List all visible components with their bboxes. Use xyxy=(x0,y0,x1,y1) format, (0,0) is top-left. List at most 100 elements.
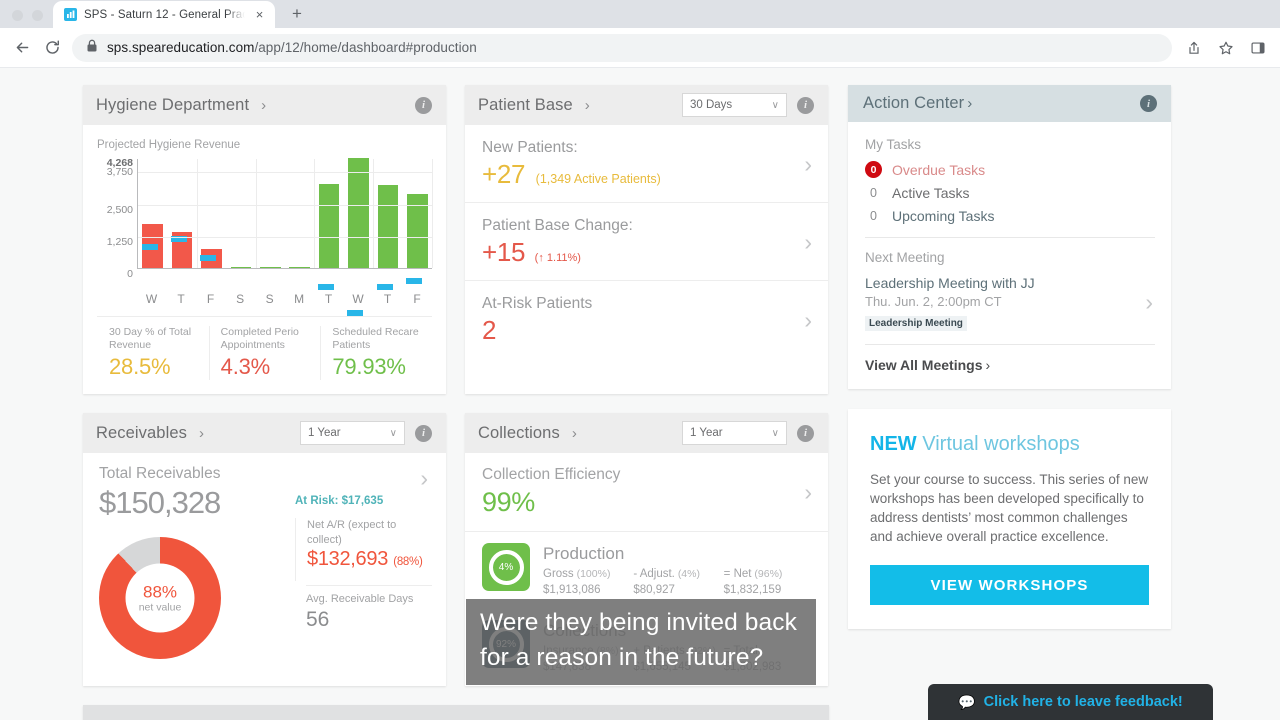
overdue-tasks-item[interactable]: 0 Overdue Tasks xyxy=(865,161,1155,178)
hygiene-stats-row: 30 Day % of Total Revenue 28.5% Complete… xyxy=(97,316,432,394)
sidebar-panel-icon[interactable] xyxy=(1244,34,1272,62)
upcoming-tasks-count: 0 xyxy=(870,209,877,223)
production-net-key: = Net xyxy=(723,568,752,580)
next-meeting-item[interactable]: Leadership Meeting with JJ Thu. Jun. 2, … xyxy=(865,274,1155,331)
chart-x-tick: T xyxy=(324,292,333,306)
patient-base-change-row[interactable]: Patient Base Change: +15 (↑ 1.11%) › xyxy=(465,203,828,281)
chart-bar xyxy=(376,184,399,290)
receivables-title-chevron-icon[interactable]: › xyxy=(199,425,204,442)
hygiene-title-chevron-icon[interactable]: › xyxy=(261,97,266,114)
star-icon[interactable] xyxy=(1212,34,1240,62)
donut-percent: 88% xyxy=(142,582,178,602)
chart-bars xyxy=(138,158,432,317)
collections-range-select[interactable]: 1 Year ∨ xyxy=(682,421,787,445)
chevron-right-icon[interactable]: › xyxy=(804,308,814,332)
chart-goal-marker xyxy=(141,244,158,251)
chart-bar-slot[interactable] xyxy=(226,159,255,268)
at-risk-patients-value: 2 xyxy=(482,315,497,345)
chevron-right-icon[interactable]: › xyxy=(804,480,814,504)
avg-days-block: Avg. Receivable Days 56 xyxy=(306,585,432,633)
patient-base-card-header: Patient Base › 30 Days ∨ i xyxy=(465,85,828,125)
chart-gridline-vertical xyxy=(255,159,257,268)
production-gross-key: Gross xyxy=(543,568,574,580)
share-icon[interactable] xyxy=(1180,34,1208,62)
info-icon[interactable]: i xyxy=(1140,95,1157,112)
avg-receivable-days-label: Avg. Receivable Days xyxy=(306,593,414,605)
new-patients-row[interactable]: New Patients: +27 (1,349 Active Patients… xyxy=(465,125,828,203)
chart-bar-slot[interactable] xyxy=(373,159,402,290)
patient-base-title-chevron-icon[interactable]: › xyxy=(585,97,590,114)
patient-base-rows: New Patients: +27 (1,349 Active Patients… xyxy=(465,125,828,358)
at-risk-patients-row[interactable]: At-Risk Patients 2 › xyxy=(465,281,828,358)
chevron-right-icon[interactable]: › xyxy=(1145,291,1155,314)
window-controls[interactable] xyxy=(8,10,53,28)
collections-title-chevron-icon[interactable]: › xyxy=(572,425,577,442)
active-tasks-item[interactable]: 0 Active Tasks xyxy=(865,185,1155,201)
next-card-partial xyxy=(83,705,829,720)
new-tab-button[interactable]: + xyxy=(284,1,310,27)
chart-x-axis: WTFSSMTWTF xyxy=(137,292,432,306)
receivables-range-value: 1 Year xyxy=(308,427,341,439)
chevron-right-icon[interactable]: › xyxy=(420,467,430,490)
info-icon[interactable]: i xyxy=(797,96,814,114)
collection-efficiency-row[interactable]: Collection Efficiency 99% › xyxy=(465,453,828,532)
meeting-time: Thu. Jun. 2, 2:00pm CT xyxy=(865,294,1002,309)
chart-bar-slot[interactable] xyxy=(344,158,373,317)
hygiene-stat-label: 30 Day % of Total Revenue xyxy=(109,326,192,351)
info-icon[interactable]: i xyxy=(415,424,432,442)
total-receivables-label: Total Receivables xyxy=(99,465,221,482)
chart-bar-slot[interactable] xyxy=(138,159,167,268)
receivables-details[interactable]: › At Risk: $17,635 Net A/R (expect to co… xyxy=(285,465,432,659)
production-adjust-key: - Adjust. xyxy=(633,568,675,580)
action-center-title[interactable]: Action Center xyxy=(863,94,964,113)
view-all-meetings-label: View All Meetings xyxy=(865,357,983,373)
hygiene-card-body: Projected Hygiene Revenue 4,268 3,750 2,50… xyxy=(83,125,446,394)
chart-goal-marker xyxy=(376,283,393,290)
receivables-range-select[interactable]: 1 Year ∨ xyxy=(300,421,405,445)
donut-caption: net value xyxy=(138,601,182,614)
chart-bar-slot[interactable] xyxy=(403,159,432,284)
window-minimize-dot[interactable] xyxy=(32,10,43,21)
chart-bar-slot[interactable] xyxy=(167,159,196,268)
collections-title[interactable]: Collections xyxy=(478,424,560,443)
production-net-pct: (96%) xyxy=(754,568,783,580)
info-icon[interactable]: i xyxy=(415,96,432,114)
patient-base-title[interactable]: Patient Base xyxy=(478,96,573,115)
address-bar[interactable]: sps.speareducation.com/app/12/home/dashb… xyxy=(72,33,1172,62)
overdue-tasks-label: Overdue Tasks xyxy=(892,161,986,178)
receivables-body: Total Receivables $150,328 88% net value xyxy=(83,453,446,675)
feedback-button[interactable]: 💬 Click here to leave feedback! xyxy=(928,684,1213,720)
chart-bar-slot[interactable] xyxy=(197,159,226,268)
window-close-dot[interactable] xyxy=(12,10,23,21)
virtual-workshops-card: NEW Virtual workshops Set your course to… xyxy=(848,409,1171,629)
collection-efficiency-label: Collection Efficiency xyxy=(482,466,621,483)
upcoming-tasks-item[interactable]: 0 Upcoming Tasks xyxy=(865,208,1155,224)
hygiene-stat-label: Scheduled Recare Patients xyxy=(332,326,419,351)
net-ar-percent: (88%) xyxy=(393,556,423,568)
video-caption-overlay: Were they being invited back for a reaso… xyxy=(466,599,816,685)
meeting-title: Leadership Meeting with JJ xyxy=(865,275,1035,291)
chevron-right-icon[interactable]: › xyxy=(804,230,814,254)
view-all-meetings-link[interactable]: View All Meetings › xyxy=(865,357,1155,375)
net-ar-value: $132,693 (88%) xyxy=(307,548,432,571)
tab-strip: SPS - Saturn 12 - General Prac × + xyxy=(0,0,1280,28)
my-tasks-heading: My Tasks xyxy=(865,137,922,152)
info-icon[interactable]: i xyxy=(797,424,814,442)
receivables-title[interactable]: Receivables xyxy=(96,424,187,443)
browser-tab[interactable]: SPS - Saturn 12 - General Prac × xyxy=(53,1,275,28)
chart-gridline xyxy=(138,204,432,206)
chart-bar-slot[interactable] xyxy=(285,159,314,268)
back-arrow-icon[interactable] xyxy=(8,34,36,62)
view-workshops-button[interactable]: VIEW WORKSHOPS xyxy=(870,565,1149,605)
patient-base-change-note: (↑ 1.11%) xyxy=(534,252,581,264)
upcoming-tasks-label: Upcoming Tasks xyxy=(892,208,995,224)
patient-base-range-select[interactable]: 30 Days ∨ xyxy=(682,93,787,117)
chevron-right-icon[interactable]: › xyxy=(804,152,814,176)
reload-icon[interactable] xyxy=(38,34,66,62)
chart-bar-slot[interactable] xyxy=(256,159,285,268)
chart-bar-slot[interactable] xyxy=(314,159,343,290)
action-center-title-chevron-icon[interactable]: › xyxy=(967,95,972,112)
close-icon[interactable]: × xyxy=(252,7,267,22)
chart-x-tick: T xyxy=(383,292,392,306)
hygiene-title[interactable]: Hygiene Department xyxy=(96,96,249,115)
